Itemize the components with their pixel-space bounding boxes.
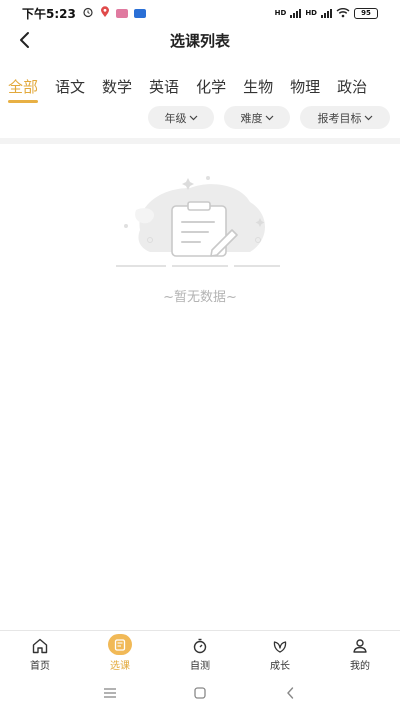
- home-square-icon[interactable]: [192, 685, 208, 701]
- nav-label-self-test: 自测: [190, 661, 210, 672]
- clipboard-edit-icon: [116, 176, 280, 267]
- tab-math[interactable]: 数学: [102, 72, 132, 103]
- back-button[interactable]: [12, 28, 36, 52]
- subject-tabs: 全部 语文 数学 英语 化学 生物 物理 政治: [0, 72, 400, 108]
- app-notification-icon: [115, 8, 128, 18]
- home-icon: [30, 637, 50, 655]
- tab-chemistry[interactable]: 化学: [196, 72, 226, 103]
- grade-filter-label: 年级: [164, 111, 187, 125]
- leaf-icon: [270, 637, 290, 655]
- nav-item-mine[interactable]: 我的: [320, 631, 400, 672]
- nav-item-home[interactable]: 首页: [0, 631, 80, 672]
- stopwatch-icon: [190, 637, 210, 655]
- menu-icon[interactable]: [102, 685, 118, 701]
- tab-all[interactable]: 全部: [8, 72, 39, 103]
- chevron-down-icon: [364, 115, 372, 120]
- nav-item-self-test[interactable]: 自测: [160, 631, 240, 672]
- nav-item-growth[interactable]: 成长: [240, 631, 320, 672]
- tab-physics[interactable]: 物理: [290, 72, 320, 103]
- status-left: 下午5:23: [22, 5, 146, 22]
- user-icon: [350, 637, 370, 655]
- system-nav-bar: [0, 676, 400, 710]
- tab-chinese[interactable]: 语文: [55, 72, 85, 103]
- alarm-icon: [82, 6, 94, 21]
- signal-icon-2: [321, 8, 332, 18]
- network-label-2: HD: [305, 9, 317, 17]
- page-header: 选课列表: [0, 26, 400, 54]
- course-select-icon: [108, 634, 132, 655]
- empty-state-message: ~暂无数据~: [163, 290, 237, 305]
- status-bar: 下午5:23 HD HD 95: [0, 0, 400, 26]
- battery-icon: 95: [354, 7, 378, 19]
- app-notification-icon-2: [133, 8, 146, 18]
- status-right: HD HD 95: [275, 7, 378, 20]
- page-title: 选课列表: [169, 31, 230, 50]
- chevron-down-icon: [265, 115, 273, 120]
- nav-label-growth: 成长: [270, 661, 290, 672]
- wifi-icon: [336, 7, 350, 20]
- nav-label-home: 首页: [30, 661, 50, 672]
- target-filter-button[interactable]: 报考目标: [300, 106, 390, 129]
- bottom-nav: 首页 选课 自测 成长 我的: [0, 630, 400, 672]
- tab-english[interactable]: 英语: [149, 72, 179, 103]
- status-time: 下午5:23: [22, 6, 76, 21]
- nav-label-mine: 我的: [350, 661, 370, 672]
- difficulty-filter-button[interactable]: 难度: [224, 106, 290, 129]
- network-label-1: HD: [274, 9, 287, 17]
- location-pin-icon: [100, 5, 110, 21]
- nav-item-course-select[interactable]: 选课: [80, 631, 160, 672]
- tab-politics[interactable]: 政治: [337, 72, 367, 103]
- grade-filter-button[interactable]: 年级: [148, 106, 214, 129]
- section-divider: [0, 138, 400, 144]
- signal-icon: [290, 8, 302, 18]
- filter-bar: 年级 难度 报考目标: [0, 106, 400, 130]
- chevron-down-icon: [189, 115, 197, 120]
- tab-biology[interactable]: 生物: [243, 72, 273, 103]
- difficulty-filter-label: 难度: [240, 111, 263, 125]
- back-arrow-icon[interactable]: [282, 685, 298, 701]
- target-filter-label: 报考目标: [317, 111, 362, 125]
- chevron-left-icon: [20, 32, 29, 48]
- nav-label-course-select: 选课: [110, 661, 130, 672]
